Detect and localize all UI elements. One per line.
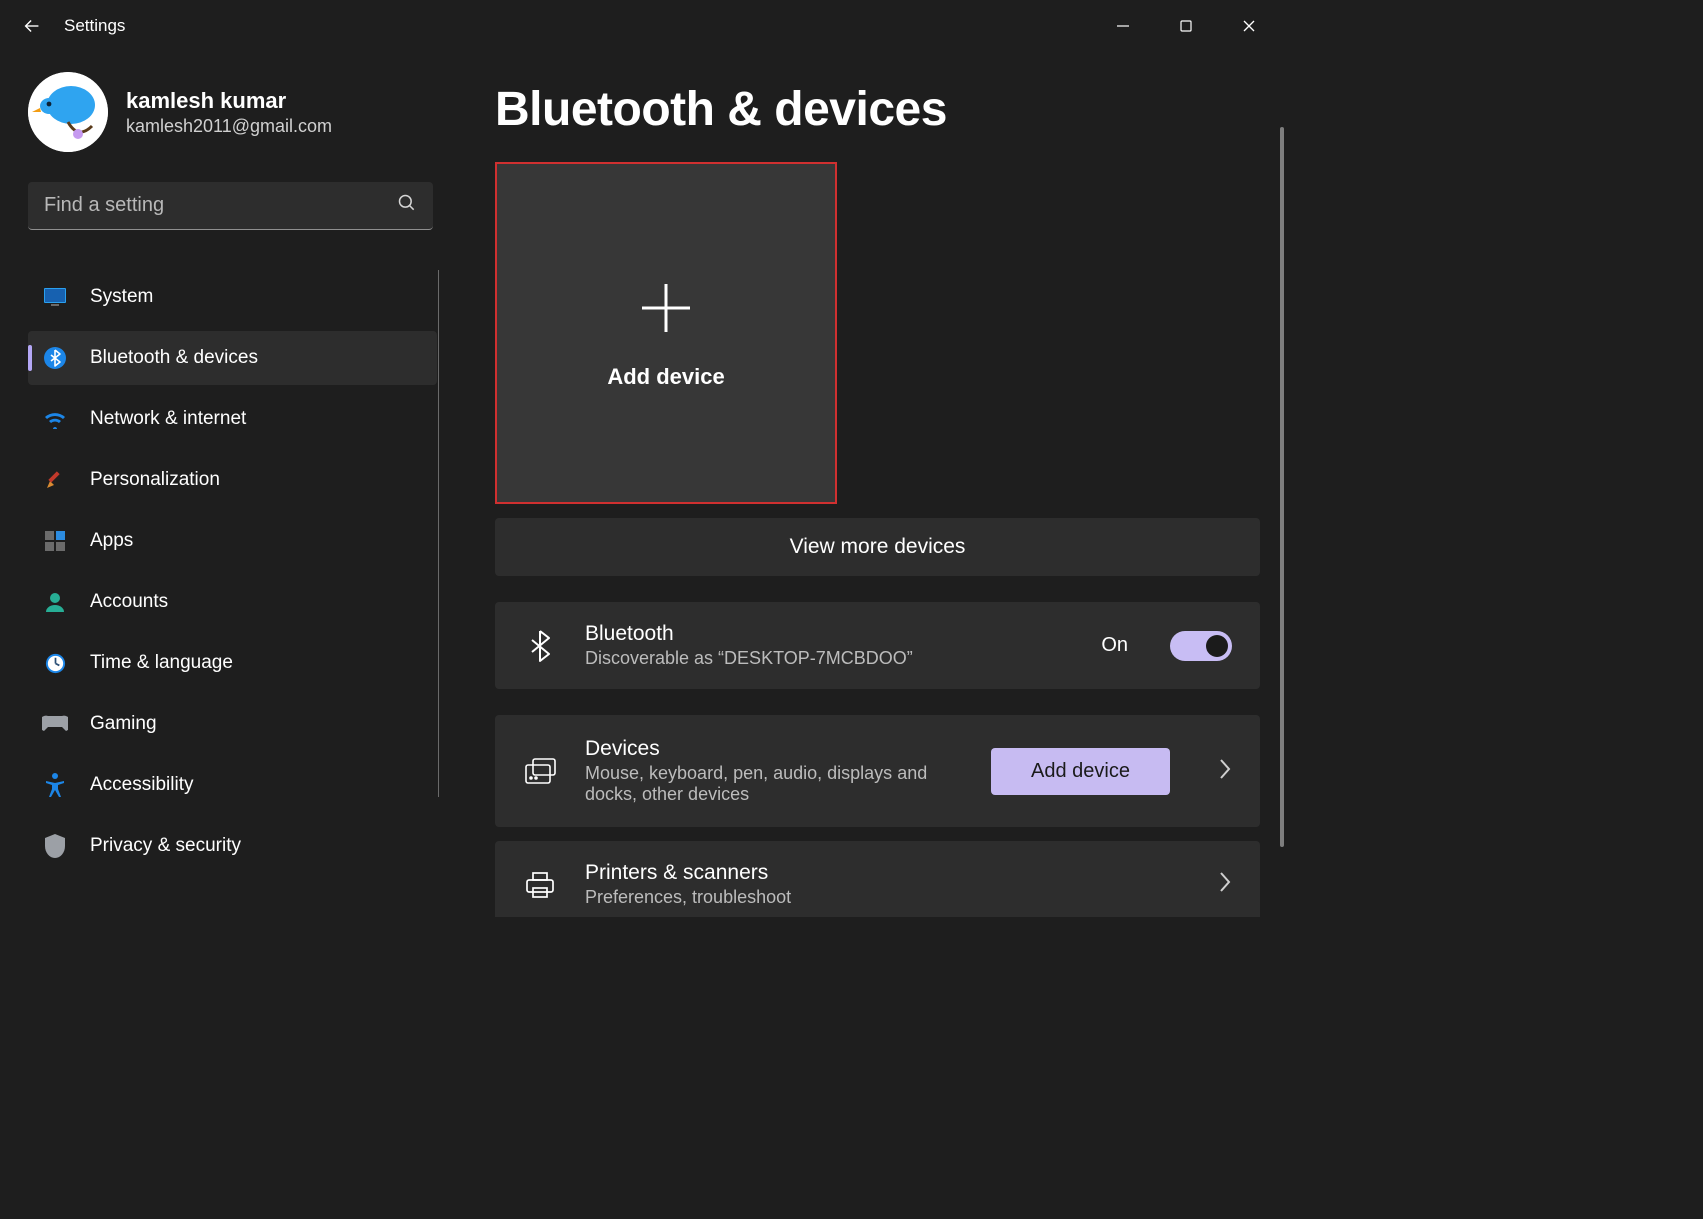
add-device-label: Add device [607, 364, 724, 390]
sidebar-item-label: Privacy & security [90, 835, 241, 857]
user-email: kamlesh2011@gmail.com [126, 116, 332, 137]
user-block[interactable]: kamlesh kumar kamlesh2011@gmail.com [28, 72, 437, 152]
nav-list: System Bluetooth & devices Network & int… [28, 270, 437, 873]
chevron-right-icon [1218, 871, 1232, 898]
sidebar-item-time-language[interactable]: Time & language [28, 636, 437, 690]
printers-row[interactable]: Printers & scanners Preferences, trouble… [495, 841, 1260, 917]
sidebar-item-bluetooth[interactable]: Bluetooth & devices [28, 331, 437, 385]
devices-row[interactable]: Devices Mouse, keyboard, pen, audio, dis… [495, 715, 1260, 827]
sidebar-item-accounts[interactable]: Accounts [28, 575, 437, 629]
titlebar: Settings [0, 0, 1290, 52]
bluetooth-sub: Discoverable as “DESKTOP-7MCBDOO” [585, 648, 1073, 669]
search-icon [397, 193, 417, 218]
page-title: Bluetooth & devices [495, 82, 1260, 137]
view-more-label: View more devices [790, 535, 966, 559]
sidebar: kamlesh kumar kamlesh2011@gmail.com Syst… [0, 52, 455, 917]
sidebar-item-label: Accounts [90, 591, 168, 613]
printers-title: Printers & scanners [585, 861, 1190, 885]
bluetooth-toggle-label: On [1101, 634, 1128, 657]
system-icon [42, 284, 68, 310]
maximize-button[interactable] [1154, 6, 1217, 46]
clock-icon [42, 650, 68, 676]
wifi-icon [42, 406, 68, 432]
sidebar-item-network[interactable]: Network & internet [28, 392, 437, 446]
sidebar-item-label: Apps [90, 530, 133, 552]
sidebar-item-label: Gaming [90, 713, 157, 735]
devices-title: Devices [585, 737, 963, 761]
minimize-button[interactable] [1091, 6, 1154, 46]
sidebar-item-personalization[interactable]: Personalization [28, 453, 437, 507]
close-button[interactable] [1217, 6, 1280, 46]
add-device-button[interactable]: Add device [991, 748, 1170, 795]
bluetooth-row[interactable]: Bluetooth Discoverable as “DESKTOP-7MCBD… [495, 602, 1260, 689]
main-content: Bluetooth & devices Add device View more… [455, 52, 1290, 917]
search-box[interactable] [28, 182, 433, 230]
back-button[interactable] [10, 4, 54, 48]
bluetooth-title: Bluetooth [585, 622, 1073, 646]
apps-icon [42, 528, 68, 554]
shield-icon [42, 833, 68, 859]
sidebar-item-label: Network & internet [90, 408, 246, 430]
devices-sub: Mouse, keyboard, pen, audio, displays an… [585, 763, 963, 805]
user-name: kamlesh kumar [126, 88, 332, 114]
sidebar-item-gaming[interactable]: Gaming [28, 697, 437, 751]
bluetooth-toggle[interactable] [1170, 631, 1232, 661]
sidebar-item-label: Bluetooth & devices [90, 347, 258, 369]
sidebar-item-label: Time & language [90, 652, 233, 674]
accounts-icon [42, 589, 68, 615]
plus-icon [634, 276, 698, 340]
devices-icon [523, 757, 557, 785]
search-input[interactable] [44, 194, 397, 217]
sidebar-item-system[interactable]: System [28, 270, 437, 324]
accessibility-icon [42, 772, 68, 798]
printers-sub: Preferences, troubleshoot [585, 887, 1190, 908]
window-controls [1091, 6, 1280, 46]
scrollbar[interactable] [438, 270, 439, 797]
add-device-card[interactable]: Add device [495, 162, 837, 504]
sidebar-item-label: Accessibility [90, 774, 193, 796]
sidebar-item-accessibility[interactable]: Accessibility [28, 758, 437, 812]
brush-icon [42, 467, 68, 493]
view-more-devices-button[interactable]: View more devices [495, 518, 1260, 576]
bluetooth-icon [523, 630, 557, 662]
avatar [28, 72, 108, 152]
sidebar-item-label: Personalization [90, 469, 220, 491]
printer-icon [523, 871, 557, 899]
sidebar-item-apps[interactable]: Apps [28, 514, 437, 568]
bluetooth-icon [42, 345, 68, 371]
sidebar-item-label: System [90, 286, 153, 308]
chevron-right-icon [1218, 758, 1232, 785]
gaming-icon [42, 711, 68, 737]
app-title: Settings [64, 16, 125, 36]
sidebar-item-privacy[interactable]: Privacy & security [28, 819, 437, 873]
scrollbar[interactable] [1280, 127, 1284, 847]
